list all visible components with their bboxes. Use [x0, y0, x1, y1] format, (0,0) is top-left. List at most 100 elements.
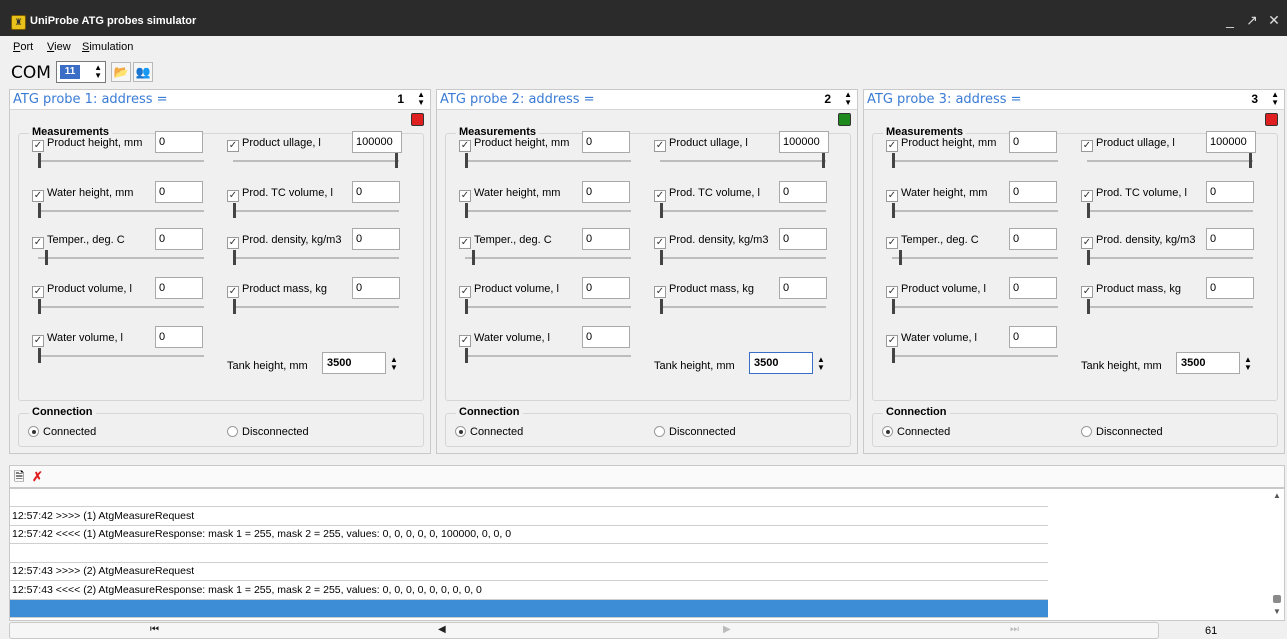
prod-density-checkbox[interactable]: ✓ Prod. density, kg/m3: [1081, 234, 1195, 249]
slider-thumb[interactable]: [660, 203, 663, 218]
prod-tc-volume-input[interactable]: 0: [352, 181, 400, 203]
log-vertical-scrollbar[interactable]: ▲ ▼: [1270, 489, 1284, 620]
temper-input[interactable]: 0: [155, 228, 203, 250]
temper-input[interactable]: 0: [1009, 228, 1057, 250]
water-volume-checkbox[interactable]: ✓ Water volume, l: [459, 332, 550, 347]
last-record-icon[interactable]: ⏭: [1010, 624, 1019, 635]
prod-density-checkbox[interactable]: ✓ Prod. density, kg/m3: [227, 234, 341, 249]
product-height-input[interactable]: 0: [155, 131, 203, 153]
properties-icon[interactable]: 🗎: [14, 469, 24, 484]
probe-address-value[interactable]: 2: [824, 92, 831, 106]
prod-tc-volume-slider[interactable]: [660, 210, 826, 212]
maximize-button[interactable]: ↗: [1244, 12, 1260, 29]
prod-density-slider[interactable]: [1087, 257, 1253, 259]
slider-thumb[interactable]: [1087, 203, 1090, 218]
product-mass-checkbox[interactable]: ✓ Product mass, kg: [654, 283, 754, 298]
slider-thumb[interactable]: [465, 348, 468, 363]
tank-height-input[interactable]: 3500: [749, 352, 813, 374]
first-record-icon[interactable]: ⏮: [150, 624, 159, 635]
menu-view[interactable]: View: [47, 41, 71, 53]
prod-tc-volume-input[interactable]: 0: [1206, 181, 1254, 203]
product-ullage-checkbox[interactable]: ✓ Product ullage, l: [227, 137, 321, 152]
product-height-slider[interactable]: [892, 160, 1058, 162]
connected-radio[interactable]: Connected: [455, 426, 523, 438]
product-height-checkbox[interactable]: ✓ Product height, mm: [459, 137, 569, 152]
slider-thumb[interactable]: [465, 153, 468, 168]
product-mass-checkbox[interactable]: ✓ Product mass, kg: [1081, 283, 1181, 298]
spin-arrows-icon[interactable]: ▲ ▼: [1244, 356, 1252, 372]
open-folder-icon[interactable]: 📂: [111, 62, 131, 82]
log-row[interactable]: [10, 600, 1048, 618]
water-volume-slider[interactable]: [465, 355, 631, 357]
product-height-checkbox[interactable]: ✓ Product height, mm: [886, 137, 996, 152]
com-port-spinner[interactable]: 11 ▲ ▼: [56, 61, 106, 83]
slider-thumb[interactable]: [892, 203, 895, 218]
product-mass-slider[interactable]: [660, 306, 826, 308]
slider-thumb[interactable]: [1249, 153, 1252, 168]
disconnected-radio[interactable]: Disconnected: [227, 426, 309, 438]
slider-thumb[interactable]: [395, 153, 398, 168]
product-ullage-slider[interactable]: [233, 160, 399, 162]
product-ullage-slider[interactable]: [1087, 160, 1253, 162]
slider-thumb[interactable]: [660, 299, 663, 314]
spin-arrows-icon[interactable]: ▲ ▼: [844, 91, 852, 107]
temper-slider[interactable]: [38, 257, 204, 259]
slider-thumb[interactable]: [233, 250, 236, 265]
product-volume-input[interactable]: 0: [582, 277, 630, 299]
product-mass-checkbox[interactable]: ✓ Product mass, kg: [227, 283, 327, 298]
product-volume-slider[interactable]: [465, 306, 631, 308]
slider-thumb[interactable]: [899, 250, 902, 265]
spin-arrows-icon[interactable]: ▲ ▼: [817, 356, 825, 372]
slider-thumb[interactable]: [1087, 250, 1090, 265]
product-ullage-slider[interactable]: [660, 160, 826, 162]
product-ullage-input[interactable]: 100000: [1206, 131, 1256, 153]
prod-density-checkbox[interactable]: ✓ Prod. density, kg/m3: [654, 234, 768, 249]
slider-thumb[interactable]: [45, 250, 48, 265]
close-button[interactable]: ✕: [1266, 12, 1282, 29]
water-height-input[interactable]: 0: [582, 181, 630, 203]
slider-thumb[interactable]: [38, 153, 41, 168]
prod-tc-volume-input[interactable]: 0: [779, 181, 827, 203]
temper-checkbox[interactable]: ✓ Temper., deg. C: [886, 234, 979, 249]
scroll-up-icon[interactable]: ▲: [1273, 491, 1281, 500]
prod-tc-volume-checkbox[interactable]: ✓ Prod. TC volume, l: [1081, 187, 1187, 202]
prod-tc-volume-checkbox[interactable]: ✓ Prod. TC volume, l: [654, 187, 760, 202]
water-height-checkbox[interactable]: ✓ Water height, mm: [459, 187, 560, 202]
connected-radio[interactable]: Connected: [882, 426, 950, 438]
log-row[interactable]: [10, 545, 1048, 563]
scroll-down-icon[interactable]: ▼: [1273, 607, 1281, 616]
log-list[interactable]: 12:57:42 >>>> (1) AtgMeasureRequest 12:57…: [9, 488, 1285, 621]
slider-thumb[interactable]: [822, 153, 825, 168]
water-height-slider[interactable]: [892, 210, 1058, 212]
product-volume-input[interactable]: 0: [155, 277, 203, 299]
product-volume-checkbox[interactable]: ✓ Product volume, l: [32, 283, 132, 298]
water-volume-checkbox[interactable]: ✓ Water volume, l: [886, 332, 977, 347]
product-height-slider[interactable]: [38, 160, 204, 162]
prev-record-icon[interactable]: ◀: [438, 624, 446, 635]
product-volume-checkbox[interactable]: ✓ Product volume, l: [886, 283, 986, 298]
scroll-thumb[interactable]: [1273, 595, 1281, 603]
slider-thumb[interactable]: [233, 203, 236, 218]
temper-slider[interactable]: [892, 257, 1058, 259]
product-mass-input[interactable]: 0: [779, 277, 827, 299]
log-row[interactable]: 12:57:43 <<<< (2) AtgMeasureResponse: ma…: [10, 582, 1048, 600]
product-ullage-checkbox[interactable]: ✓ Product ullage, l: [654, 137, 748, 152]
slider-thumb[interactable]: [892, 153, 895, 168]
water-volume-input[interactable]: 0: [1009, 326, 1057, 348]
menu-port[interactable]: Port: [13, 41, 33, 53]
slider-thumb[interactable]: [465, 203, 468, 218]
spin-arrows-icon[interactable]: ▲ ▼: [1271, 91, 1279, 107]
prod-density-input[interactable]: 0: [779, 228, 827, 250]
water-height-checkbox[interactable]: ✓ Water height, mm: [32, 187, 133, 202]
water-height-input[interactable]: 0: [1009, 181, 1057, 203]
slider-thumb[interactable]: [38, 299, 41, 314]
log-row[interactable]: 12:57:42 >>>> (1) AtgMeasureRequest: [10, 508, 1048, 526]
next-record-icon[interactable]: ▶: [723, 624, 731, 635]
menu-simulation[interactable]: Simulation: [82, 41, 133, 53]
product-mass-slider[interactable]: [1087, 306, 1253, 308]
product-height-input[interactable]: 0: [1009, 131, 1057, 153]
water-height-input[interactable]: 0: [155, 181, 203, 203]
water-height-slider[interactable]: [38, 210, 204, 212]
product-height-checkbox[interactable]: ✓ Product height, mm: [32, 137, 142, 152]
product-height-input[interactable]: 0: [582, 131, 630, 153]
